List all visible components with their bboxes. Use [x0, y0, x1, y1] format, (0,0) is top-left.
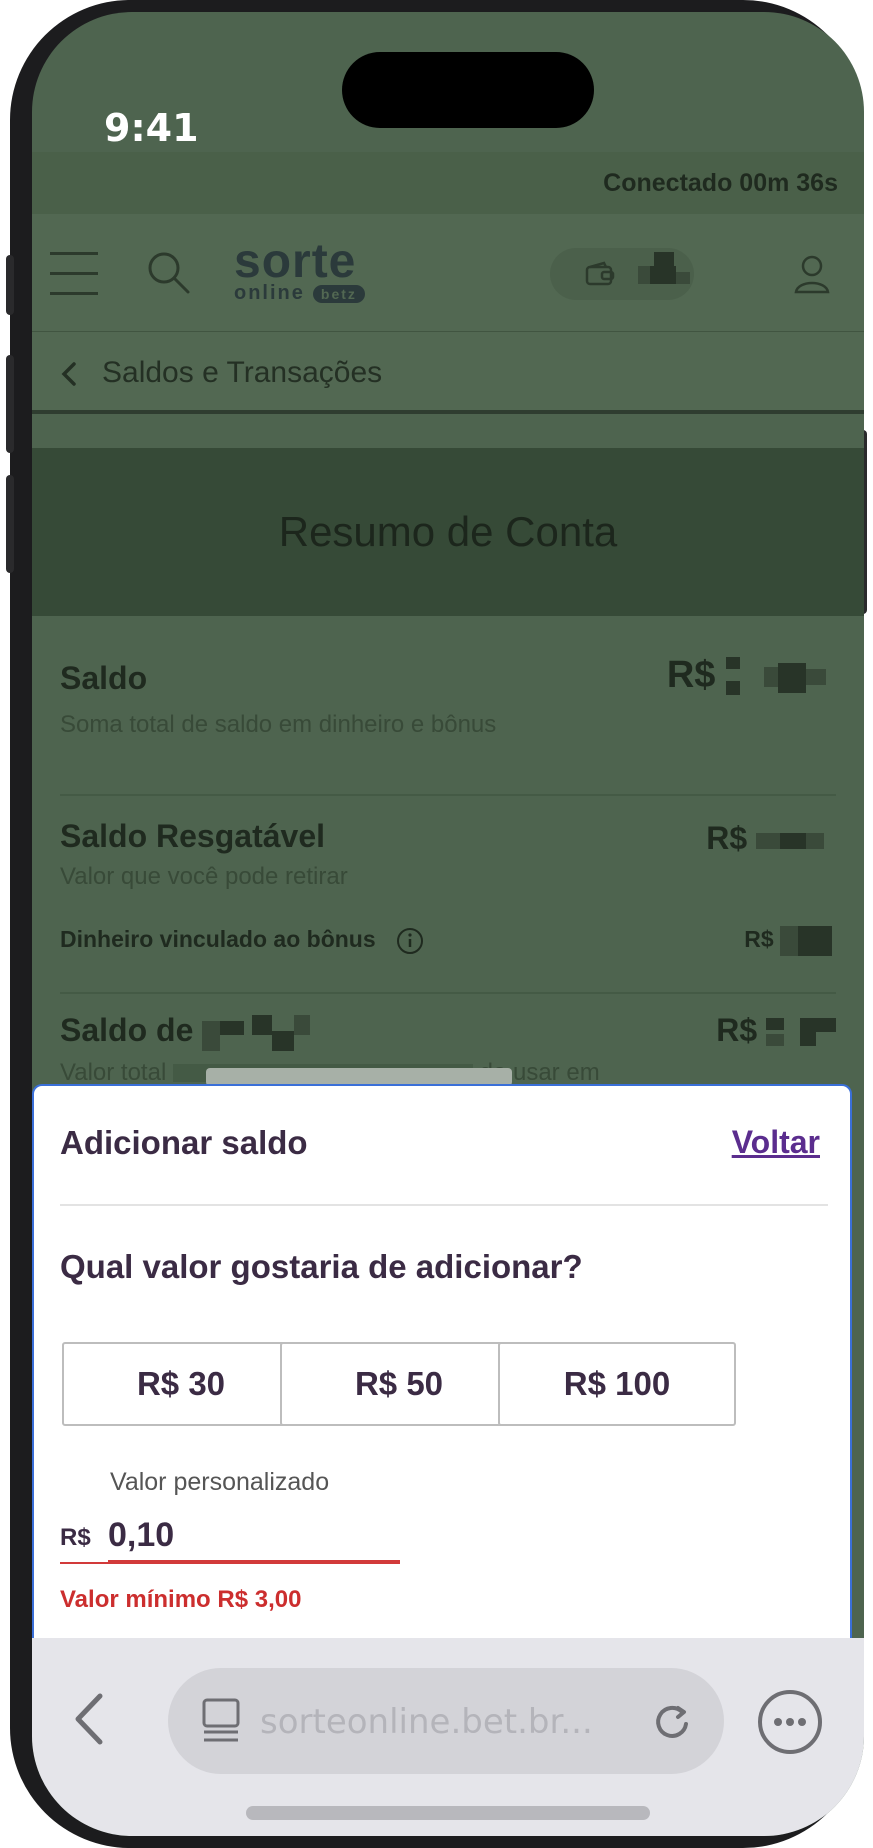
bonus-linked-value: R$	[744, 926, 836, 956]
volume-up-button	[6, 355, 14, 453]
reload-icon[interactable]	[652, 1702, 692, 1742]
masked-title-part	[202, 1014, 312, 1051]
breadcrumb-title: Saldos e Transações	[102, 356, 383, 389]
logo-subline: online betz	[234, 282, 410, 305]
masked-withdrawable-amount	[756, 829, 836, 853]
hamburger-icon[interactable]	[50, 252, 98, 296]
balance-row: Saldo Soma total de saldo em dinheiro e …	[60, 654, 836, 739]
back-link[interactable]: Voltar	[732, 1124, 820, 1161]
balance-currency: R$	[666, 654, 716, 696]
withdrawable-value: R$	[706, 820, 836, 857]
account-summary-title: Resumo de Conta	[32, 448, 864, 616]
custom-amount-underline	[60, 1562, 400, 1564]
user-icon[interactable]	[794, 254, 830, 294]
amount-50-button[interactable]: R$ 50	[280, 1342, 518, 1426]
amount-30-button[interactable]: R$ 30	[62, 1342, 300, 1426]
volume-down-button	[6, 475, 14, 573]
balance-value: R$	[667, 654, 836, 697]
logo-wordmark: sorte	[234, 235, 357, 288]
add-balance-sheet: Adicionar saldo Voltar Qual valor gostar…	[32, 1084, 852, 1644]
other-balance-value: R$	[716, 1012, 836, 1049]
custom-amount-currency: R$	[60, 1524, 91, 1551]
withdrawable-balance-row: Saldo Resgatável Valor que você pode ret…	[60, 818, 836, 891]
status-time: 9:41	[104, 106, 199, 150]
tabs-icon[interactable]	[200, 1698, 242, 1744]
other-balance-title-text: Saldo de	[60, 1012, 194, 1048]
amount-100-button[interactable]: R$ 100	[498, 1342, 736, 1426]
bonus-linked-label: Dinheiro vinculado ao bônus	[60, 926, 376, 952]
chevron-left-icon[interactable]	[72, 1692, 106, 1746]
screen: 9:41 Conectado 00m 36s sorte online betz	[32, 12, 864, 1836]
minimum-amount-error: Valor mínimo R$ 3,00	[60, 1586, 302, 1613]
other-balance-currency: R$	[716, 1012, 758, 1048]
withdrawable-currency: R$	[706, 820, 748, 856]
amount-question: Qual valor gostaria de adicionar?	[60, 1248, 583, 1285]
logo-online-text: online	[234, 282, 305, 304]
wallet-icon	[585, 261, 615, 286]
connected-text: Conectado 00m 36s	[603, 169, 838, 197]
custom-amount-label: Valor personalizado	[110, 1468, 330, 1496]
bonus-linked-row: Dinheiro vinculado ao bônus R$	[60, 926, 836, 956]
bonus-linked-currency: R$	[744, 926, 774, 953]
balance-subtitle: Soma total de saldo em dinheiro e bônus	[60, 711, 497, 738]
row-divider	[60, 992, 836, 994]
info-icon[interactable]	[396, 927, 424, 955]
withdrawable-subtitle: Valor que você pode retirar	[60, 863, 348, 890]
mute-switch	[6, 255, 14, 315]
masked-user-avatar[interactable]	[638, 252, 692, 286]
connected-timer: Conectado 00m 36s	[32, 152, 864, 214]
more-icon[interactable]	[756, 1688, 824, 1756]
logo-betz-badge: betz	[312, 284, 365, 303]
row-divider	[60, 794, 836, 796]
chevron-left-icon[interactable]	[58, 360, 78, 388]
custom-amount-input[interactable]	[108, 1510, 400, 1562]
sheet-divider	[60, 1204, 828, 1206]
breadcrumb: Saldos e Transações	[32, 332, 864, 414]
site-header: sorte online betz	[32, 214, 864, 332]
dynamic-island	[342, 52, 594, 128]
home-indicator[interactable]	[246, 1806, 650, 1820]
url-text: sorteonline.bet.br...	[260, 1702, 593, 1742]
masked-balance-amount	[726, 656, 836, 697]
masked-other-amount	[766, 1017, 836, 1048]
address-bar[interactable]: sorteonline.bet.br...	[168, 1668, 724, 1774]
sheet-title: Adicionar saldo	[60, 1124, 308, 1161]
other-balance-subtitle-start: Valor total	[60, 1058, 167, 1086]
search-icon[interactable]	[144, 248, 192, 296]
phone-frame: 9:41 Conectado 00m 36s sorte online betz	[6, 0, 867, 1848]
masked-bonus-amount	[780, 926, 836, 956]
sorte-online-logo[interactable]: sorte online betz	[234, 235, 410, 305]
